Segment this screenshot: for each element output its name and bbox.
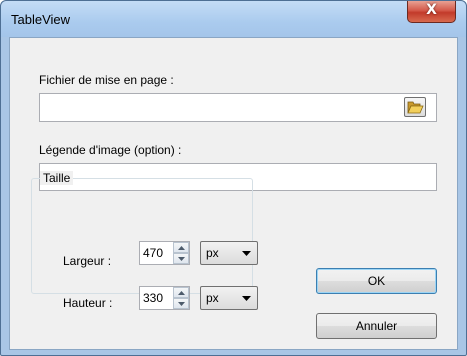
arrow-up-icon	[178, 291, 185, 295]
cancel-button[interactable]: Annuler	[316, 313, 437, 339]
width-unit-select[interactable]: px	[200, 241, 258, 265]
width-unit-value: px	[206, 246, 219, 260]
height-increment-button[interactable]	[173, 287, 189, 298]
dropdown-arrow-icon	[242, 251, 251, 256]
cancel-button-label: Annuler	[355, 319, 398, 333]
size-group-label: Taille	[40, 171, 74, 185]
arrow-down-icon	[178, 257, 185, 261]
width-spinner[interactable]: 470	[139, 241, 190, 265]
caption-label: Légende d'image (option) :	[39, 143, 182, 157]
title-bar[interactable]: TableView X	[1, 1, 466, 37]
close-button[interactable]: X	[407, 1, 456, 23]
width-increment-button[interactable]	[173, 242, 189, 253]
height-label: Hauteur :	[63, 296, 113, 310]
dialog-window: TableView X Fichier de mise en page : Lé…	[0, 0, 467, 356]
folder-open-icon	[407, 101, 424, 114]
height-unit-value: px	[206, 291, 219, 305]
size-group: Taille	[31, 171, 253, 294]
close-icon: X	[426, 2, 437, 18]
height-decrement-button[interactable]	[173, 298, 189, 309]
dropdown-arrow-icon	[242, 296, 251, 301]
ok-button[interactable]: OK	[316, 268, 437, 294]
width-decrement-button[interactable]	[173, 253, 189, 264]
height-unit-select[interactable]: px	[200, 286, 258, 310]
window-title: TableView	[11, 12, 71, 27]
layout-file-label: Fichier de mise en page :	[39, 73, 174, 87]
height-spinner[interactable]: 330	[139, 286, 190, 310]
layout-file-input[interactable]	[39, 93, 437, 122]
ok-button-label: OK	[367, 274, 386, 288]
height-value: 330	[143, 291, 164, 305]
arrow-down-icon	[178, 302, 185, 306]
browse-folder-button[interactable]	[404, 97, 426, 117]
width-value: 470	[143, 246, 164, 260]
arrow-up-icon	[178, 246, 185, 250]
width-label: Largeur :	[63, 254, 112, 268]
